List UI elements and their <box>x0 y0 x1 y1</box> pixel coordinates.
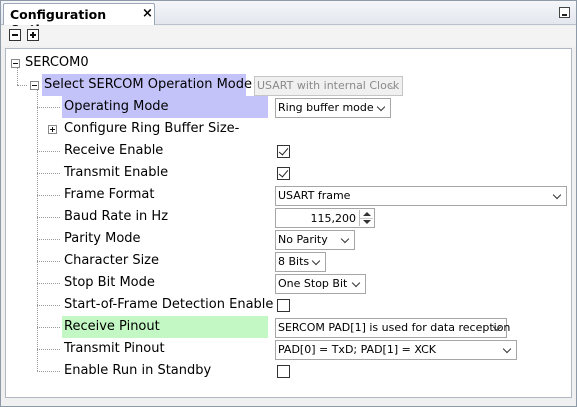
tree-item-label: Transmit Enable <box>64 165 169 180</box>
expand-icon[interactable] <box>48 125 57 134</box>
character-size-select[interactable]: 8 Bits <box>275 252 326 272</box>
chevron-down-icon <box>311 256 321 266</box>
decrement-icon[interactable] <box>363 220 371 224</box>
run-in-standby-checkbox[interactable] <box>277 365 290 378</box>
tree-connector <box>37 217 60 218</box>
increment-icon[interactable] <box>363 212 371 216</box>
spinner-arrows[interactable] <box>359 210 373 226</box>
tree-connector <box>37 151 60 152</box>
sof-detection-checkbox[interactable] <box>277 299 290 312</box>
receive-pinout-select[interactable]: SERCOM PAD[1] is used for data reception <box>275 318 511 338</box>
expand-all-icon[interactable] <box>27 29 39 41</box>
operating-mode-value: Ring buffer mode <box>278 101 374 114</box>
tree-node-label: Select SERCOM Operation Mode <box>42 74 252 96</box>
tree-node-label: SERCOM0 <box>25 55 89 70</box>
frame-format-select[interactable]: USART frame <box>275 186 567 206</box>
collapse-icon[interactable] <box>30 81 39 90</box>
minimize-icon[interactable] <box>559 7 570 18</box>
tree-item-character-size[interactable]: Character Size 8 Bits <box>6 250 571 272</box>
receive-pinout-value: SERCOM PAD[1] is used for data reception <box>278 321 511 334</box>
operating-mode-select[interactable]: Ring buffer mode <box>275 98 391 118</box>
tree-item-label: Receive Enable <box>64 143 164 158</box>
tree-connector <box>37 239 60 240</box>
collapse-all-icon[interactable] <box>9 29 21 41</box>
stop-bit-mode-value: One Stop Bit <box>278 277 348 290</box>
tree-item-label: Operating Mode <box>62 96 268 118</box>
toolbar <box>1 26 576 46</box>
chevron-down-icon <box>351 278 361 288</box>
tree-item-sof-detection[interactable]: Start-of-Frame Detection Enable <box>6 294 571 316</box>
tree-item-receive-enable[interactable]: Receive Enable <box>6 140 571 162</box>
tree-connector <box>37 195 60 196</box>
tree-item-label: Character Size <box>64 253 159 268</box>
tree-node-operation-mode[interactable]: Select SERCOM Operation Mode USART with … <box>6 74 571 96</box>
tree-item-label: Parity Mode <box>64 231 141 246</box>
tree-item-frame-format[interactable]: Frame Format USART frame <box>6 184 571 206</box>
tree-item-label: Receive Pinout <box>62 316 268 338</box>
stop-bit-mode-select[interactable]: One Stop Bit <box>275 274 366 294</box>
tree-connector <box>37 173 60 174</box>
receive-enable-checkbox[interactable] <box>277 145 290 158</box>
configuration-tree: SERCOM0 Select SERCOM Operation Mode USA… <box>5 48 572 398</box>
tree-connector <box>37 349 60 350</box>
tree-item-label: Start-of-Frame Detection Enable <box>64 297 274 312</box>
transmit-enable-checkbox[interactable] <box>277 167 290 180</box>
operation-mode-select[interactable]: USART with internal Clock <box>254 76 403 96</box>
tree-item-label: Frame Format <box>64 187 155 202</box>
tree-item-transmit-pinout[interactable]: Transmit Pinout PAD[0] = TxD; PAD[1] = X… <box>6 338 571 360</box>
tree-item-ring-buffer-size[interactable]: Configure Ring Buffer Size- <box>6 118 571 140</box>
chevron-down-icon <box>502 344 512 354</box>
frame-format-value: USART frame <box>278 189 351 202</box>
tree-item-label: Configure Ring Buffer Size- <box>64 121 240 136</box>
character-size-value: 8 Bits <box>278 255 310 268</box>
tree-connector <box>37 283 60 284</box>
tree-item-parity-mode[interactable]: Parity Mode No Parity <box>6 228 571 250</box>
parity-mode-select[interactable]: No Parity <box>275 230 355 250</box>
tree-connector <box>37 261 60 262</box>
tab-configuration-options[interactable]: Configuration Options × <box>3 3 155 37</box>
baud-rate-value: 115,200 <box>310 212 357 225</box>
tree-item-operating-mode[interactable]: Operating Mode Ring buffer mode <box>6 96 571 118</box>
parity-mode-value: No Parity <box>278 233 328 246</box>
configuration-options-window: Configuration Options × SERCOM0 Select S… <box>0 0 577 407</box>
tree-item-baud-rate[interactable]: Baud Rate in Hz 115,200 <box>6 206 571 228</box>
tree-item-receive-pinout[interactable]: Receive Pinout SERCOM PAD[1] is used for… <box>6 316 571 338</box>
tree-item-run-in-standby[interactable]: Enable Run in Standby <box>6 360 571 382</box>
tree-item-label: Baud Rate in Hz <box>64 209 169 224</box>
spinner-divider <box>360 218 373 219</box>
transmit-pinout-select[interactable]: PAD[0] = TxD; PAD[1] = XCK <box>275 340 517 360</box>
baud-rate-spinner[interactable]: 115,200 <box>275 208 375 228</box>
tree-connector <box>37 327 60 328</box>
collapse-icon[interactable] <box>11 59 20 68</box>
chevron-down-icon <box>376 102 386 112</box>
tree-connector <box>37 107 60 108</box>
tree-item-label: Transmit Pinout <box>64 341 165 356</box>
tree-connector <box>37 305 60 306</box>
tree-item-label: Stop Bit Mode <box>64 275 155 290</box>
tree-item-stop-bit-mode[interactable]: Stop Bit Mode One Stop Bit <box>6 272 571 294</box>
transmit-pinout-value: PAD[0] = TxD; PAD[1] = XCK <box>278 343 436 356</box>
chevron-down-icon <box>340 234 350 244</box>
tree-connector <box>37 371 60 372</box>
tree-item-transmit-enable[interactable]: Transmit Enable <box>6 162 571 184</box>
chevron-down-icon <box>552 190 562 200</box>
operation-mode-value: USART with internal Clock <box>257 79 400 92</box>
close-icon[interactable]: × <box>142 6 153 22</box>
tree-item-label: Enable Run in Standby <box>64 363 212 378</box>
tree-node-sercom0[interactable]: SERCOM0 <box>6 52 571 74</box>
title-bar: Configuration Options × <box>1 1 576 37</box>
